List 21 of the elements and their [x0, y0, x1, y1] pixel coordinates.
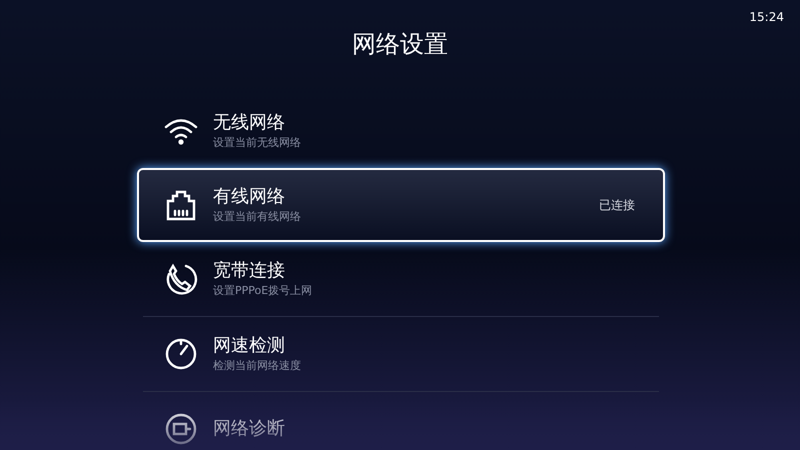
menu-item[interactable]: 网络诊断 — [137, 392, 665, 450]
item-subtitle: 设置当前有线网络 — [213, 209, 302, 225]
item-subtitle: 检测当前网络速度 — [213, 358, 302, 374]
menu-item[interactable]: 有线网络 设置当前有线网络 已连接 — [137, 168, 665, 242]
speedometer-icon — [164, 337, 198, 371]
menu-item[interactable]: 宽带连接 设置PPPoE拨号上网 — [137, 242, 665, 316]
ethernet-port-icon — [165, 189, 197, 221]
item-title: 无线网络 — [213, 111, 286, 135]
phone-circle-icon — [164, 262, 198, 296]
page-title: 网络设置 — [352, 32, 448, 56]
item-subtitle: 设置当前无线网络 — [213, 135, 302, 151]
item-title: 网络诊断 — [213, 417, 286, 441]
item-title: 网速检测 — [213, 334, 286, 358]
clock-text: 15:24 — [749, 9, 784, 26]
menu-item[interactable]: 网速检测 检测当前网络速度 — [137, 317, 665, 391]
status-text: 已连接 — [599, 197, 635, 214]
menu-item[interactable]: 无线网络 设置当前无线网络 — [137, 94, 665, 168]
item-title: 有线网络 — [213, 185, 286, 209]
item-title: 宽带连接 — [213, 259, 286, 283]
item-subtitle: 设置PPPoE拨号上网 — [213, 283, 314, 299]
monitor-circle-icon — [164, 412, 198, 446]
